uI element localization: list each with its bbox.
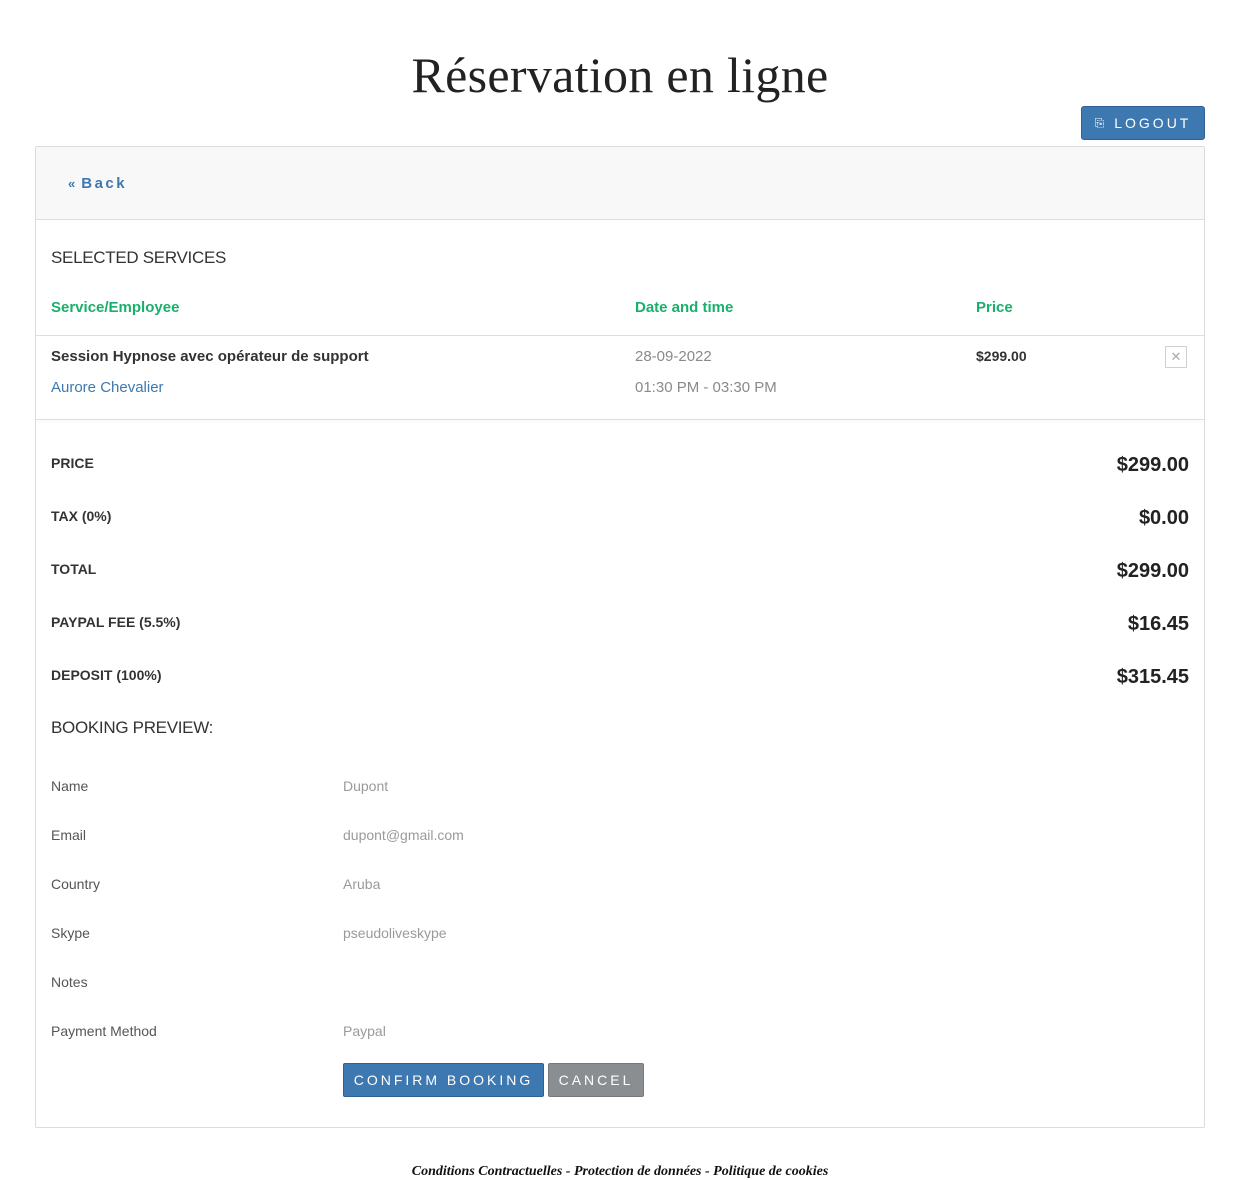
footer-link-conditions[interactable]: Conditions Contractuelles: [412, 1164, 563, 1179]
preview-label-country: Country: [51, 876, 101, 892]
preview-value-skype: pseudoliveskype: [343, 925, 447, 941]
table-divider: [36, 335, 1204, 336]
preview-label-notes: Notes: [51, 974, 88, 990]
page-title: Réservation en ligne: [411, 46, 829, 103]
logout-button[interactable]: ⎘ LOGOUT: [1081, 106, 1205, 140]
summary-value-total: $299.00: [1116, 560, 1189, 582]
employee-link[interactable]: Aurore Chevalier: [51, 379, 164, 396]
card-header: « Back: [36, 147, 1204, 220]
preview-label-name: Name: [51, 778, 89, 794]
summary-value-tax: $0.00: [1138, 507, 1189, 529]
back-link[interactable]: « Back: [68, 175, 127, 192]
footer-link-cookies[interactable]: Politique de cookies: [713, 1164, 828, 1179]
summary-label-price: PRICE: [51, 455, 94, 471]
booking-card: « Back SELECTED SERVICES Service/Employee…: [35, 146, 1205, 1128]
services-divider: [36, 419, 1204, 420]
preview-value-payment-method: Paypal: [343, 1023, 386, 1039]
cancel-button[interactable]: CANCEL: [548, 1063, 644, 1097]
preview-value-name: Dupont: [343, 778, 389, 794]
preview-label-skype: Skype: [51, 925, 90, 941]
summary-label-deposit: DEPOSIT (100%): [51, 667, 162, 683]
footer-links: Conditions Contractuelles - Protection d…: [0, 1164, 1240, 1180]
summary-label-paypal-fee: PAYPAL FEE (5.5%): [51, 614, 181, 630]
summary-value-price: $299.00: [1116, 454, 1189, 476]
back-label: Back: [81, 175, 128, 192]
preview-value-country: Aruba: [343, 876, 381, 892]
confirm-booking-button[interactable]: CONFIRM BOOKING: [343, 1063, 544, 1097]
footer-separator: -: [701, 1164, 714, 1179]
booking-preview-title: BOOKING PREVIEW:: [51, 718, 214, 737]
selected-services-title: SELECTED SERVICES: [51, 248, 227, 267]
summary-label-total: TOTAL: [51, 561, 97, 577]
sign-out-icon: ⎘: [1094, 115, 1105, 130]
preview-label-payment-method: Payment Method: [51, 1023, 157, 1039]
double-chevron-left-icon: «: [68, 176, 76, 191]
summary-value-paypal-fee: $16.45: [1127, 613, 1189, 635]
column-header-service: Service/Employee: [51, 299, 180, 316]
preview-label-email: Email: [51, 827, 87, 843]
service-name: Session Hypnose avec opérateur de suppor…: [51, 348, 369, 365]
summary-value-deposit: $315.45: [1116, 666, 1189, 688]
preview-value-email: dupont@gmail.com: [343, 827, 464, 843]
close-icon: ✕: [1170, 349, 1182, 364]
column-header-date: Date and time: [635, 299, 734, 316]
footer-separator: -: [562, 1164, 574, 1179]
service-price: $299.00: [976, 348, 1027, 364]
remove-service-button[interactable]: ✕: [1165, 346, 1187, 368]
service-time: 01:30 PM - 03:30 PM: [635, 379, 777, 396]
column-header-price: Price: [976, 299, 1013, 316]
footer-link-data-protection[interactable]: Protection de données: [574, 1164, 702, 1179]
logout-label: LOGOUT: [1114, 115, 1192, 131]
summary-label-tax: TAX (0%): [51, 508, 112, 524]
service-date: 28-09-2022: [635, 348, 712, 365]
